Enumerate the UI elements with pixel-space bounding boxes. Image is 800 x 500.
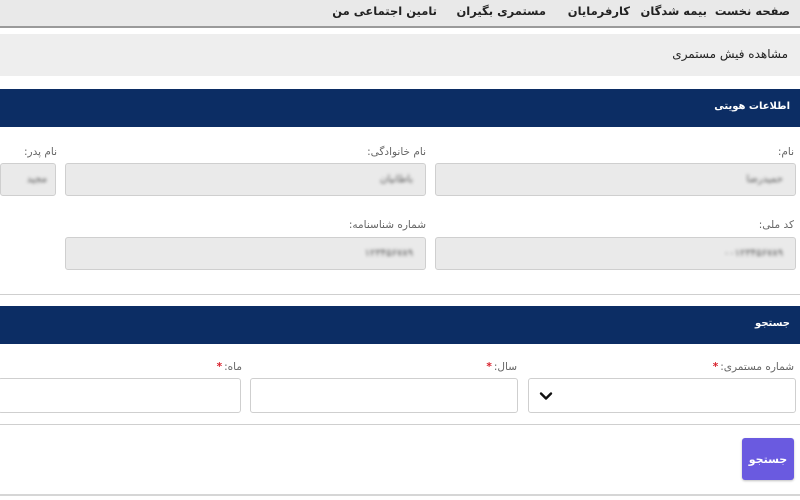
national-code-value: ۰۰۱۲۳۴۵۶۷۸۹ bbox=[723, 248, 783, 259]
month-label-text: ماه: bbox=[224, 361, 242, 373]
nav-item-pensioners[interactable]: مستمری بگیران bbox=[456, 4, 546, 18]
last-name-field: باطانیان bbox=[65, 163, 426, 196]
year-input[interactable] bbox=[250, 378, 518, 413]
section-divider bbox=[0, 294, 800, 295]
id-number-value: ۱۲۳۴۵۶۷۸۹ bbox=[364, 248, 413, 259]
chevron-down-icon bbox=[539, 392, 553, 400]
national-code-field: ۰۰۱۲۳۴۵۶۷۸۹ bbox=[435, 237, 796, 270]
pension-number-label: شماره مستمری:* bbox=[713, 361, 794, 373]
id-number-field: ۱۲۳۴۵۶۷۸۹ bbox=[65, 237, 426, 270]
nav-item-my-social-security[interactable]: تامین اجتماعی من bbox=[332, 4, 437, 18]
nav-item-insured[interactable]: بیمه شدگان bbox=[641, 4, 707, 18]
page-title-bar: مشاهده فیش مستمری bbox=[0, 34, 800, 76]
nav-item-home[interactable]: صفحه نخست bbox=[715, 4, 790, 18]
required-mark: * bbox=[486, 361, 492, 373]
id-number-label: شماره شناسنامه: bbox=[348, 219, 426, 231]
search-section-header: جستجو bbox=[0, 306, 800, 344]
national-code-label: کد ملی: bbox=[758, 219, 794, 231]
month-label: ماه:* bbox=[217, 361, 242, 373]
father-name-label: نام پدر: bbox=[23, 146, 57, 158]
search-button[interactable]: جستجو bbox=[742, 438, 794, 480]
search-section-title: جستجو bbox=[755, 318, 790, 329]
page-bottom-border bbox=[0, 494, 800, 496]
first-name-label: نام: bbox=[777, 146, 794, 158]
year-label-text: سال: bbox=[493, 361, 517, 373]
last-name-value: باطانیان bbox=[379, 174, 413, 185]
page-title: مشاهده فیش مستمری bbox=[672, 47, 788, 61]
identity-section-title: اطلاعات هویتی bbox=[714, 101, 790, 112]
nav-item-employers[interactable]: کارفرمایان bbox=[568, 4, 630, 18]
pension-number-select[interactable] bbox=[528, 378, 796, 413]
month-input[interactable] bbox=[0, 378, 241, 413]
last-name-label: نام خانوادگی: bbox=[367, 146, 426, 158]
father-name-value: مجید bbox=[26, 174, 47, 185]
identity-section-header: اطلاعات هویتی bbox=[0, 89, 800, 127]
year-label: سال:* bbox=[486, 361, 517, 373]
first-name-field: حمیدرضا bbox=[435, 163, 796, 196]
pension-number-label-text: شماره مستمری: bbox=[720, 361, 794, 373]
form-divider bbox=[0, 424, 800, 425]
required-mark: * bbox=[216, 361, 223, 373]
father-name-field: مجید bbox=[0, 163, 56, 196]
first-name-value: حمیدرضا bbox=[746, 174, 783, 185]
required-mark: * bbox=[712, 361, 719, 373]
top-navigation: صفحه نخست بیمه شدگان کارفرمایان مستمری ب… bbox=[0, 0, 800, 28]
